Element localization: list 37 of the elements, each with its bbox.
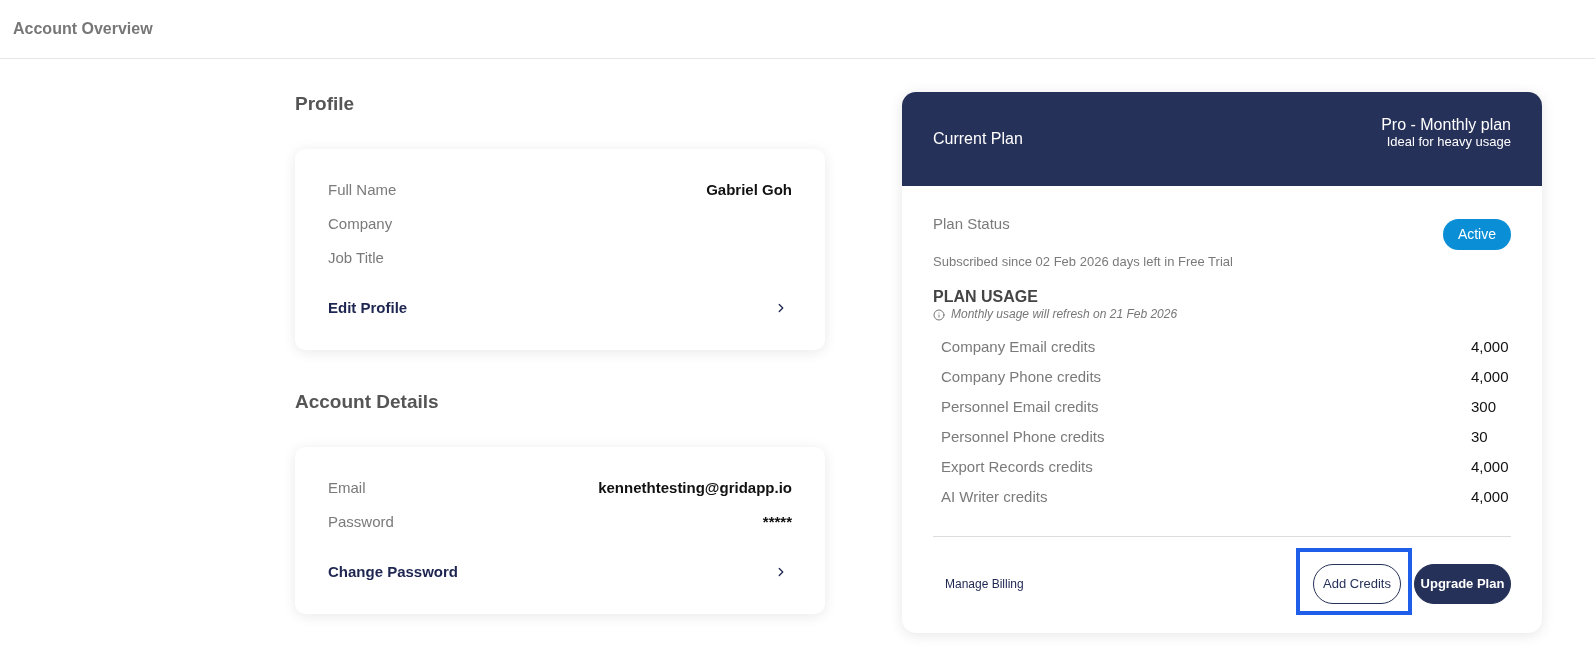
- field-label: Company: [328, 213, 393, 234]
- upgrade-button[interactable]: Upgrade Plan: [1414, 564, 1511, 604]
- credit-label: AI Writer credits: [941, 486, 1048, 507]
- field-label: Job Title: [328, 247, 384, 268]
- card-link[interactable]: Edit Profile: [328, 291, 792, 325]
- credit-value: 4,000: [1471, 366, 1510, 387]
- credit-label: Personnel Email credits: [941, 396, 1099, 417]
- usage-note: Monthly usage will refresh on 21 Feb 2026: [951, 307, 1178, 322]
- field-value: Gabriel Goh: [706, 179, 792, 200]
- manage-billing-link[interactable]: Manage Billing: [945, 575, 1024, 593]
- credit-value: 4,000: [1471, 456, 1510, 477]
- field-value: kennethtesting@gridapp.io: [598, 477, 792, 498]
- add-button[interactable]: Add Credits: [1313, 564, 1401, 604]
- credit-value: 4,000: [1471, 486, 1510, 507]
- subscription-note: Subscribed since 02 Feb 2026 days left in Free Trial: [933, 254, 1233, 270]
- credit-value: 4,000: [1471, 336, 1510, 357]
- credit-value: 30: [1471, 426, 1489, 447]
- credit-label: Export Records credits: [941, 456, 1093, 477]
- plan-tagline: Ideal for heavy usage: [1386, 134, 1511, 149]
- field-label: Password: [328, 511, 394, 532]
- field-label: Full Name: [328, 179, 397, 200]
- usage-heading: PLAN USAGE: [933, 288, 1038, 306]
- credit-label: Company Email credits: [941, 336, 1096, 357]
- credit-value: 300: [1471, 396, 1498, 417]
- credit-label: Personnel Phone credits: [941, 426, 1105, 447]
- plan-header-title: Current Plan: [933, 129, 1023, 149]
- status-label: Plan Status: [933, 215, 1010, 233]
- section-heading: Profile: [295, 92, 355, 116]
- section-heading: Account Details: [295, 390, 439, 414]
- status-badge: Active: [1442, 219, 1511, 250]
- plan-name: Pro - Monthly plan: [1381, 115, 1511, 134]
- credit-label: Company Phone credits: [941, 366, 1102, 387]
- page-title: Account Overview: [13, 19, 153, 39]
- field-label: Email: [328, 477, 366, 498]
- field-value: *****: [762, 511, 792, 532]
- info-icon: [933, 308, 945, 321]
- card-link[interactable]: Change Password: [328, 555, 792, 589]
